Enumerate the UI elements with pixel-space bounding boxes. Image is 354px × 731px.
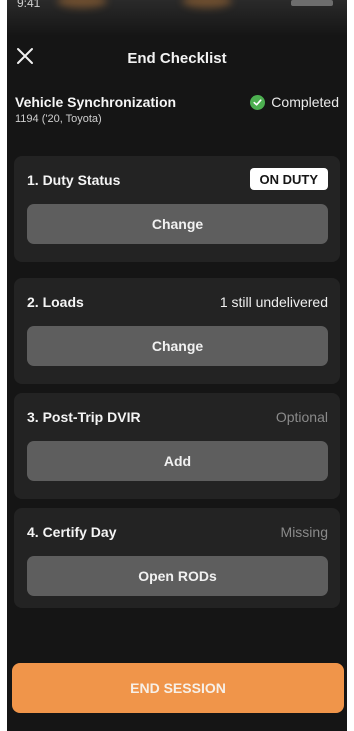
status-bar: 9:41 xyxy=(7,0,347,36)
sync-status-label: Completed xyxy=(271,94,339,110)
check-circle-icon xyxy=(250,94,266,110)
top-bar: End Checklist xyxy=(7,42,347,72)
duty-status-card: 1. Duty Status ON DUTY Change xyxy=(14,156,340,262)
battery-icon xyxy=(291,0,333,6)
end-session-button[interactable]: END SESSION xyxy=(12,663,344,713)
sync-status: Completed xyxy=(250,94,339,110)
status-time: 9:41 xyxy=(17,0,41,10)
phone-screen: 9:41 End Checklist Vehicle Synchronizati… xyxy=(7,0,347,731)
duty-status-badge: ON DUTY xyxy=(249,168,328,190)
dvir-note: Optional xyxy=(275,409,328,425)
loads-note: 1 still undelivered xyxy=(219,294,328,310)
step-label: 1. Duty Status xyxy=(27,172,121,188)
glow-decoration xyxy=(182,0,232,8)
certify-note: Missing xyxy=(280,524,328,540)
add-dvir-button[interactable]: Add xyxy=(27,441,328,481)
vehicle-detail: 1194 ('20, Toyota) xyxy=(15,113,102,125)
vehicle-sync-section: Vehicle Synchronization 1194 ('20, Toyot… xyxy=(15,94,339,132)
page-title: End Checklist xyxy=(127,50,227,67)
change-loads-button[interactable]: Change xyxy=(27,326,328,366)
post-trip-dvir-card: 3. Post-Trip DVIR Optional Add xyxy=(14,393,340,499)
step-label: 4. Certify Day xyxy=(27,524,117,540)
step-label: 2. Loads xyxy=(27,294,84,310)
open-rods-button[interactable]: Open RODs xyxy=(27,556,328,596)
glow-decoration xyxy=(57,0,107,8)
loads-card: 2. Loads 1 still undelivered Change xyxy=(14,278,340,384)
certify-day-card: 4. Certify Day Missing Open RODs xyxy=(14,508,340,608)
step-label: 3. Post-Trip DVIR xyxy=(27,409,141,425)
change-duty-status-button[interactable]: Change xyxy=(27,204,328,244)
